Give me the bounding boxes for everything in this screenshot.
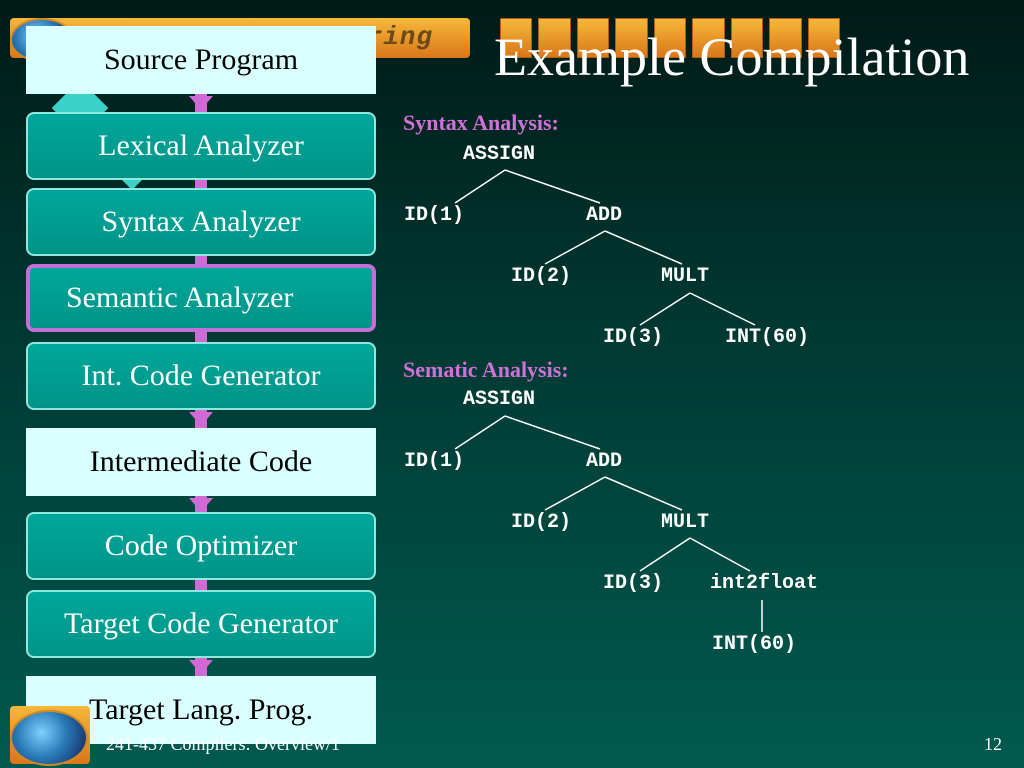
tree-edge (689, 292, 756, 326)
tree-edge (639, 292, 691, 326)
syntax-analysis-label: Syntax Analysis: (403, 110, 559, 135)
tree-edge (604, 230, 683, 265)
tree-edge (604, 476, 683, 511)
globe-icon (10, 710, 88, 766)
syntax-node-mult: MULT (661, 265, 710, 288)
tree-edge (544, 476, 606, 511)
semantic-node-id1: ID(1) (404, 450, 465, 473)
footer-course: 241-437 Compilers: Overview/1 (106, 734, 340, 754)
syntax-node-assign: ASSIGN (463, 143, 536, 166)
semantic-node-id3: ID(3) (603, 572, 664, 595)
tree-edge (689, 537, 751, 572)
syntax-node-int60: INT(60) (725, 326, 810, 349)
semantic-analysis-label: Sematic Analysis: (403, 357, 569, 382)
syntax-node-id3: ID(3) (603, 326, 664, 349)
semantic-node-int60: INT(60) (712, 633, 797, 656)
tree-edge (504, 415, 601, 450)
tree-edge (454, 169, 506, 204)
tree-edge (454, 415, 506, 450)
syntax-node-id1: ID(1) (404, 204, 465, 227)
semantic-node-mult: MULT (661, 511, 710, 534)
semantic-node-assign: ASSIGN (463, 388, 536, 411)
semantic-node-int2float: int2float (710, 572, 819, 595)
tree-edge (504, 169, 601, 204)
syntax-node-id2: ID(2) (511, 265, 572, 288)
tree-edge (639, 537, 691, 572)
tree-edge (544, 230, 606, 265)
semantic-node-id2: ID(2) (511, 511, 572, 534)
semantic-node-add: ADD (586, 450, 623, 473)
page-number: 12 (984, 734, 1002, 754)
syntax-node-add: ADD (586, 204, 623, 227)
